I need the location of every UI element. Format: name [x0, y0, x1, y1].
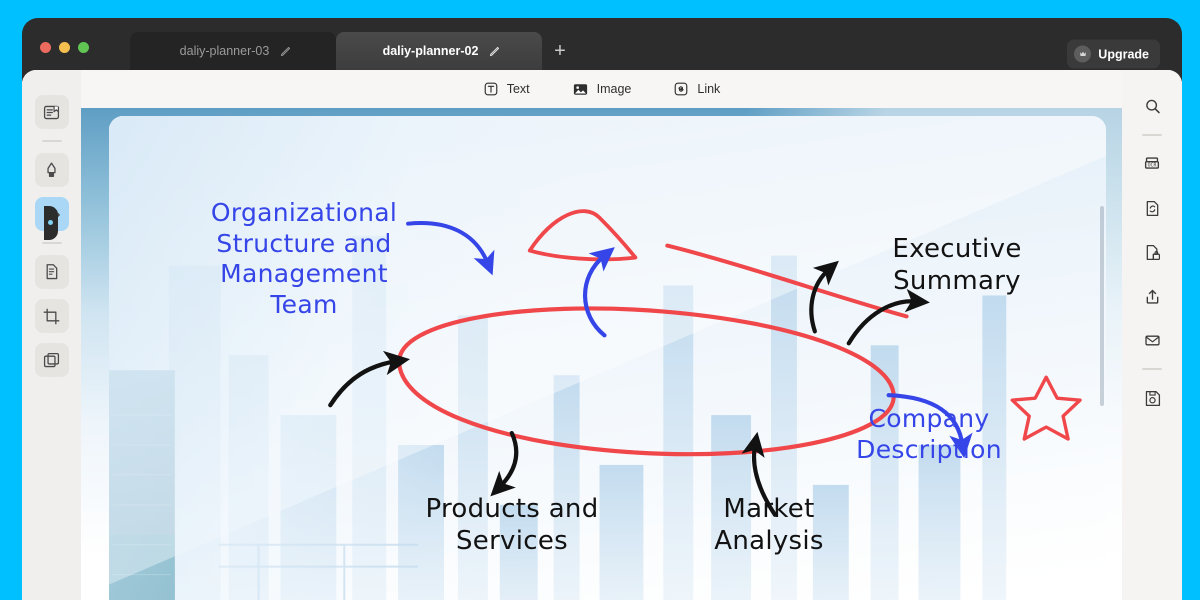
sidebar-collapse-handle[interactable] [44, 206, 58, 240]
convert-document-icon[interactable] [1135, 191, 1169, 225]
maximize-window-button[interactable] [78, 42, 89, 53]
insert-text-button[interactable]: Text [483, 81, 530, 97]
annotation-org-structure: Organizational Structure and Management … [210, 198, 398, 319]
insert-link-button[interactable]: Link [673, 81, 720, 97]
link-icon [675, 82, 688, 96]
share-upload-icon[interactable] [1135, 279, 1169, 313]
annotation-market-analysis: Market Analysis [714, 494, 824, 556]
tab-label: daliy-planner-03 [179, 44, 270, 58]
page-scrollbar[interactable] [1100, 206, 1104, 406]
title-bar: daliy-planner-03 daliy-planner-02 + Upgr… [22, 18, 1182, 70]
annotation-company-description: Company Description [856, 404, 1002, 464]
insert-text-label: Text [506, 82, 530, 96]
divider [1142, 134, 1162, 136]
svg-text:OCR: OCR [1148, 163, 1157, 169]
pencil-icon[interactable] [488, 45, 501, 58]
minimize-window-button[interactable] [59, 42, 70, 53]
tab-bar: daliy-planner-03 daliy-planner-02 + [130, 18, 578, 70]
upgrade-label: Upgrade [1098, 47, 1149, 61]
app-content: OCR Text Image Link Organizational Struc… [22, 70, 1182, 600]
document-toolbar: Text Image Link [81, 70, 1122, 108]
app-window: daliy-planner-03 daliy-planner-02 + Upgr… [22, 18, 1182, 600]
insert-image-label: Image [596, 82, 632, 96]
ocr-icon[interactable]: OCR [1135, 147, 1169, 181]
layers-icon[interactable] [34, 343, 69, 377]
document-page[interactable]: Organizational Structure and Management … [109, 116, 1106, 600]
divider [41, 242, 62, 244]
highlighter-icon[interactable] [34, 153, 69, 187]
search-icon[interactable] [1135, 89, 1169, 123]
upgrade-button[interactable]: Upgrade [1067, 39, 1160, 69]
save-icon[interactable] [1135, 381, 1169, 415]
right-toolbar: OCR [1122, 70, 1182, 600]
screen: daliy-planner-03 daliy-planner-02 + Upgr… [0, 0, 1200, 600]
reader-icon[interactable] [34, 95, 69, 129]
annotation-executive-summary: Executive Summary [892, 234, 1022, 296]
crown-badge-icon [1074, 45, 1092, 63]
lock-document-icon[interactable] [1135, 235, 1169, 269]
pencil-icon[interactable] [279, 45, 292, 58]
crop-icon[interactable] [34, 299, 69, 333]
window-controls [40, 42, 89, 53]
close-window-button[interactable] [40, 42, 51, 53]
document-canvas[interactable]: Organizational Structure and Management … [81, 108, 1122, 600]
text-box-icon [484, 82, 498, 96]
mail-icon[interactable] [1135, 323, 1169, 357]
insert-image-button[interactable]: Image [572, 81, 632, 98]
divider [41, 140, 62, 142]
tab-label: daliy-planner-02 [382, 44, 479, 58]
insert-link-label: Link [697, 82, 721, 96]
left-toolbar [22, 70, 81, 600]
tab-daliy-planner-03[interactable]: daliy-planner-03 [130, 32, 336, 70]
divider [1142, 368, 1162, 370]
tab-daliy-planner-02[interactable]: daliy-planner-02 [336, 32, 542, 70]
document-copy-icon[interactable] [34, 255, 69, 289]
annotation-products-services: Products and Services [425, 494, 599, 556]
image-icon [573, 83, 587, 95]
new-tab-button[interactable]: + [542, 32, 578, 70]
